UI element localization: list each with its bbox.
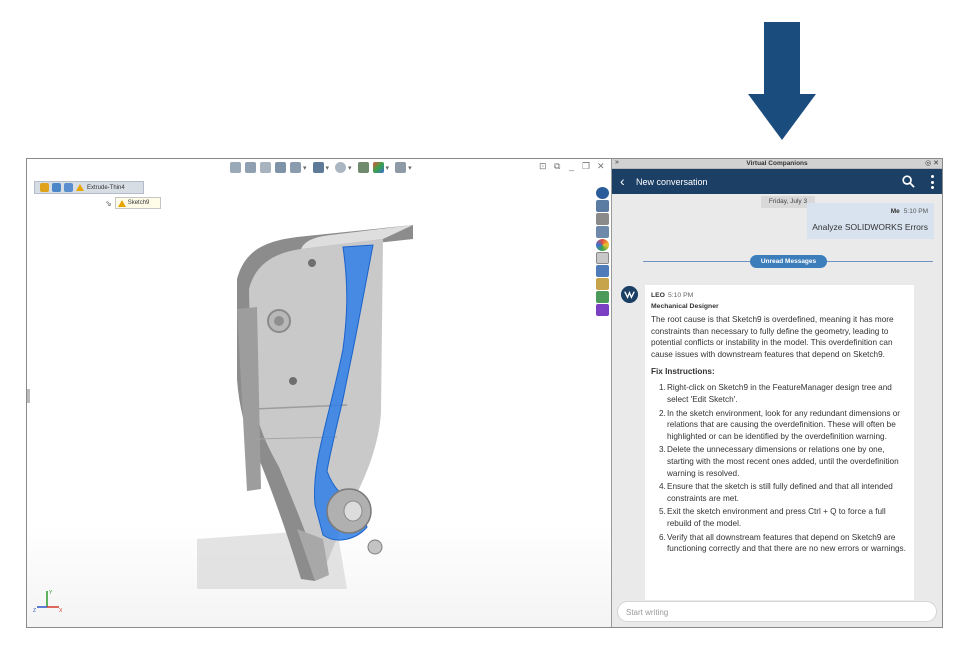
previous-view-icon[interactable] <box>260 162 271 173</box>
bot-message-meta: LEO 5:10 PM <box>651 292 908 299</box>
view-settings-icon[interactable] <box>395 162 407 173</box>
task-pane-tabs <box>596 187 610 316</box>
chevron-down-icon[interactable]: ▾ <box>386 164 390 172</box>
fix-step: Exit the sketch environment and press Ct… <box>659 506 908 529</box>
chevron-down-icon[interactable]: ▾ <box>408 164 412 172</box>
design-library-icon[interactable] <box>596 213 609 225</box>
chevron-down-icon[interactable]: ▾ <box>326 164 330 172</box>
bot-role: Mechanical Designer <box>651 303 719 310</box>
panel-pin-close-buttons[interactable]: ◎ ✕ <box>925 159 939 167</box>
triad-z: Z <box>33 608 36 613</box>
user-message-bubble: Me 5:10 PM Analyze SOLIDWORKS Errors <box>807 203 934 239</box>
panel-title: Virtual Companions <box>746 160 808 167</box>
user-time: 5:10 PM <box>903 208 928 215</box>
more-options-icon[interactable] <box>930 175 934 189</box>
conversation-title: New conversation <box>636 177 708 187</box>
dynamic-annotation-icon[interactable] <box>290 162 301 173</box>
view-palette-icon[interactable] <box>596 265 609 277</box>
chevron-down-icon[interactable]: ▾ <box>303 164 307 172</box>
message-composer <box>617 601 937 622</box>
lower-boss-hole <box>343 500 363 522</box>
config-icon <box>52 183 61 192</box>
triad-x: X <box>59 608 63 613</box>
message-input[interactable] <box>626 606 926 618</box>
user-message-text: Analyze SOLIDWORKS Errors <box>812 222 928 232</box>
part-icon <box>40 183 49 192</box>
graphics-area[interactable]: ▾ ▾ ▾ ▾ ▾ ⊡ ⧉ _ ❐ ✕ Extrude-Thin4 ⇘ Sket… <box>27 159 611 627</box>
hide-show-items-icon[interactable] <box>357 162 369 173</box>
leo-avatar[interactable] <box>621 286 638 303</box>
file-explorer-icon[interactable] <box>596 226 609 238</box>
tree-sub-item[interactable]: ⇘ Sketch9 <box>105 197 161 209</box>
fix-step: Verify that all downstream features that… <box>659 532 908 555</box>
fix-step: In the sketch environment, look for any … <box>659 408 908 443</box>
user-message-meta: Me 5:10 PM <box>891 208 928 215</box>
fix-step: Ensure that the sketch is still fully de… <box>659 481 908 504</box>
fix-step: Delete the unnecessary dimensions or rel… <box>659 444 908 479</box>
feature-tree-flyout[interactable]: Extrude-Thin4 <box>34 181 144 194</box>
viewport-ctl-1[interactable]: ⊡ <box>539 161 547 172</box>
close-button[interactable]: ✕ <box>597 161 605 172</box>
sketch-node[interactable]: Sketch9 <box>114 197 161 209</box>
triad-y: Y <box>49 590 53 596</box>
appearances-icon[interactable] <box>596 239 609 251</box>
display-style-icon[interactable] <box>335 162 347 173</box>
bot-message-bubble: LEO 5:10 PM Mechanical Designer The root … <box>645 285 914 600</box>
minimize-button[interactable]: _ <box>569 161 574 171</box>
boss-hole <box>274 316 284 326</box>
solidworks-forum-icon[interactable] <box>596 291 609 303</box>
virtual-companions-panel: » Virtual Companions ◎ ✕ ‹ New conversat… <box>611 159 942 627</box>
part-model[interactable] <box>197 209 447 589</box>
section-view-icon[interactable] <box>275 162 286 173</box>
feature-label: Extrude-Thin4 <box>87 184 125 191</box>
viewport-ctl-2[interactable]: ⧉ <box>554 161 560 172</box>
bot-time: 5:10 PM <box>667 292 694 299</box>
bot-intro-text: The root cause is that Sketch9 is overde… <box>651 315 894 359</box>
fix-instructions-list: Right-click on Sketch9 in the FeatureMan… <box>651 382 908 554</box>
edit-appearance-icon[interactable] <box>372 162 384 173</box>
heads-up-toolbar: ▾ ▾ ▾ ▾ ▾ <box>230 162 414 173</box>
extrude-icon <box>64 183 73 192</box>
annotation-arrow-down <box>748 22 816 140</box>
warning-icon <box>76 184 84 191</box>
sketch-arrow-icon: ⇘ <box>105 198 112 208</box>
custom-properties-icon[interactable] <box>596 278 609 290</box>
companion-play-icon[interactable] <box>596 304 609 316</box>
restore-button[interactable]: ❐ <box>582 161 590 172</box>
hole-mid <box>289 377 297 385</box>
folder-icon[interactable] <box>596 252 609 264</box>
view-orientation-icon[interactable] <box>312 162 324 173</box>
back-chevron-icon[interactable]: ‹ <box>620 174 625 188</box>
hole-top <box>308 259 316 267</box>
warning-icon <box>117 199 126 207</box>
panel-titlebar: » Virtual Companions ◎ ✕ <box>612 159 942 169</box>
panel-resize-handle[interactable] <box>27 389 30 403</box>
search-icon[interactable] <box>902 175 915 188</box>
companion-globe-icon[interactable] <box>596 187 609 199</box>
fix-instructions-title: Fix Instructions: <box>651 367 715 377</box>
bot-sender: LEO <box>651 292 665 299</box>
chevron-down-icon[interactable]: ▾ <box>348 164 352 172</box>
message-list[interactable]: Friday, July 3 Me 5:10 PM Analyze SOLIDWO… <box>612 195 941 600</box>
zoom-to-fit-icon[interactable] <box>230 162 241 173</box>
resources-icon[interactable] <box>596 200 609 212</box>
sketch-label: Sketch9 <box>127 200 150 206</box>
reference-triad: Y X Z <box>33 590 63 613</box>
user-sender: Me <box>890 208 900 215</box>
fix-step: Right-click on Sketch9 in the FeatureMan… <box>659 382 908 405</box>
bottom-pin <box>367 539 383 555</box>
zoom-area-icon[interactable] <box>245 162 256 173</box>
chat-header: ‹ New conversation <box>612 169 942 194</box>
unread-messages-pill: Unread Messages <box>750 255 827 268</box>
solidworks-window: ▾ ▾ ▾ ▾ ▾ ⊡ ⧉ _ ❐ ✕ Extrude-Thin4 ⇘ Sket… <box>26 158 943 628</box>
